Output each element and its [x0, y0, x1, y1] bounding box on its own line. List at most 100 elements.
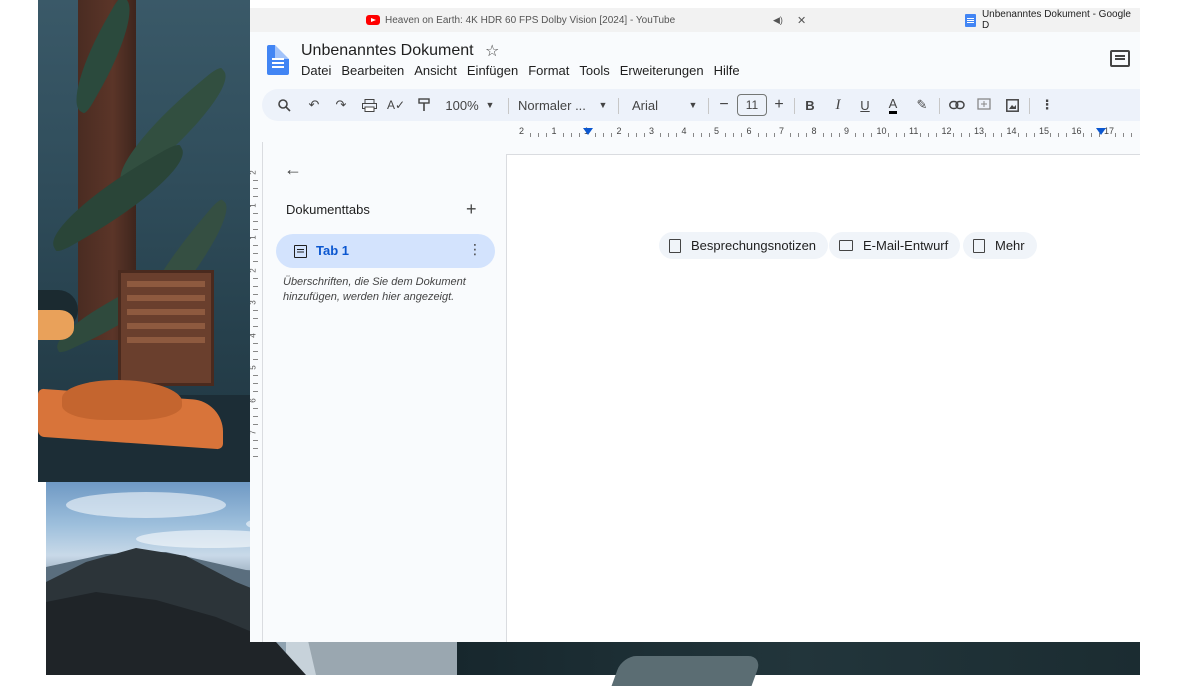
ruler-number: 14	[1006, 126, 1017, 136]
lamp-glow	[38, 310, 74, 340]
chevron-down-icon[interactable]: ▼	[597, 89, 609, 121]
chip-label: E-Mail-Entwurf	[863, 238, 949, 253]
ruler-number: 6	[250, 398, 258, 402]
chevron-down-icon[interactable]: ▼	[484, 89, 496, 121]
italic-button[interactable]: I	[828, 89, 848, 121]
menu-datei[interactable]: Datei	[301, 63, 331, 78]
ruler-number: 3	[250, 300, 258, 304]
ruler-tick	[253, 440, 258, 441]
ruler-tick	[253, 407, 258, 409]
redo-icon[interactable]: ↷	[331, 89, 351, 121]
horizontal-ruler[interactable]: 2 1 1 2 3 4 5 6 7 8 9 10 11 12 13 14 15 16 17	[506, 125, 1140, 143]
ruler-tick	[985, 133, 987, 137]
indent-marker[interactable]	[583, 128, 593, 135]
ruler-tick	[692, 133, 694, 137]
ruler-number: 7	[779, 126, 785, 136]
ruler-number: 10	[876, 126, 887, 136]
menu-tools[interactable]: Tools	[579, 63, 609, 78]
ruler-tick	[798, 133, 800, 137]
tab-docs[interactable]: Unbenanntes Dokument - Google D	[965, 8, 1140, 32]
link-icon[interactable]	[946, 89, 968, 121]
docs-logo-icon[interactable]	[267, 45, 289, 75]
ruler-tick	[968, 133, 970, 137]
ruler-tick	[1090, 133, 1092, 137]
text-color-button[interactable]: A	[882, 89, 904, 121]
separator	[708, 98, 709, 114]
document-page[interactable]: Besprechungsnotizen E-Mail-Entwurf Mehr	[506, 154, 1140, 642]
ruler-tick	[253, 188, 258, 189]
ruler-number: 1	[250, 235, 258, 239]
ruler-tick	[855, 133, 857, 137]
more-options-icon[interactable]: ⋮	[1037, 89, 1057, 121]
ruler-tick	[253, 326, 258, 327]
star-icon[interactable]: ☆	[485, 41, 499, 61]
decrease-font-size-button[interactable]: −	[715, 89, 733, 121]
font-size-value[interactable]: 11	[737, 94, 767, 116]
ruler-tick	[773, 133, 775, 137]
chip-label: Mehr	[995, 238, 1025, 253]
ruler-number: 4	[681, 126, 687, 136]
ruler-tick	[253, 196, 258, 197]
print-icon[interactable]	[358, 89, 380, 121]
menu-ansicht[interactable]: Ansicht	[414, 63, 457, 78]
ruler-tick	[253, 456, 258, 457]
ruler-tick	[643, 133, 645, 137]
ruler-number: 11	[909, 126, 919, 136]
speaker-icon[interactable]: ◀)	[773, 8, 783, 32]
document-outline-sidebar: ← Dokumenttabs + Tab 1 ⋮ Überschriften, …	[262, 142, 506, 642]
menu-einfuegen[interactable]: Einfügen	[467, 63, 518, 78]
undo-icon[interactable]: ↶	[304, 89, 324, 121]
paint-format-icon[interactable]	[414, 89, 434, 121]
zoom-select[interactable]: 100%	[444, 89, 480, 121]
document-tab-icon	[294, 245, 307, 258]
search-icon[interactable]	[274, 89, 294, 121]
ruler-tick	[1033, 133, 1035, 137]
style-select[interactable]: Normaler ...	[518, 89, 590, 121]
ruler-tick	[253, 293, 258, 295]
sidebar-tab-1[interactable]: Tab 1 ⋮	[276, 234, 495, 268]
ruler-tick	[1131, 133, 1133, 137]
tab-youtube[interactable]: Heaven on Earth: 4K HDR 60 FPS Dolby Vis…	[366, 8, 675, 32]
menu-bar: Datei Bearbeiten Ansicht Einfügen Format…	[301, 63, 750, 78]
menu-format[interactable]: Format	[528, 63, 569, 78]
ruler-tick	[1058, 133, 1060, 137]
tab-title: Unbenanntes Dokument - Google D	[981, 9, 1131, 31]
highlight-icon[interactable]: ✎	[912, 89, 932, 121]
ruler-tick	[676, 133, 678, 137]
back-arrow-icon[interactable]: ←	[284, 159, 302, 180]
chip-email-draft[interactable]: E-Mail-Entwurf	[829, 232, 961, 259]
ruler-tick	[253, 350, 258, 352]
chip-more[interactable]: Mehr	[963, 232, 1037, 259]
ruler-number: 12	[941, 126, 952, 136]
ruler-tick	[1025, 133, 1027, 137]
google-docs-icon	[965, 13, 976, 27]
ruler-number: 2	[519, 126, 525, 136]
ruler-tick	[871, 133, 873, 137]
underline-button[interactable]: U	[855, 89, 875, 121]
ruler-tick	[700, 133, 702, 137]
ruler-tick	[253, 228, 258, 230]
bold-button[interactable]: B	[800, 89, 820, 121]
add-tab-button[interactable]: +	[466, 199, 477, 220]
add-comment-icon[interactable]	[974, 89, 994, 121]
chip-meeting-notes[interactable]: Besprechungsnotizen	[659, 232, 829, 259]
close-icon[interactable]: ✕	[797, 8, 806, 32]
menu-erweiterungen[interactable]: Erweiterungen	[620, 63, 704, 78]
insert-image-icon[interactable]	[1002, 89, 1022, 121]
ruler-number: 3	[649, 126, 655, 136]
indent-marker[interactable]	[1096, 128, 1106, 135]
ruler-tick	[253, 285, 258, 287]
increase-font-size-button[interactable]: +	[770, 89, 788, 121]
document-title[interactable]: Unbenanntes Dokument	[301, 42, 474, 60]
ruler-tick	[253, 448, 258, 449]
font-select[interactable]: Arial	[632, 89, 672, 121]
chevron-down-icon[interactable]: ▼	[687, 89, 699, 121]
menu-bearbeiten[interactable]: Bearbeiten	[341, 63, 404, 78]
comments-icon[interactable]	[1110, 50, 1130, 67]
sleeping-cat	[62, 380, 182, 420]
spellcheck-icon[interactable]: A✓	[386, 89, 406, 121]
ruler-tick	[578, 133, 580, 137]
menu-hilfe[interactable]: Hilfe	[714, 63, 740, 78]
more-vert-icon[interactable]: ⋮	[468, 241, 482, 258]
font-size-field[interactable]: 11	[736, 89, 768, 121]
